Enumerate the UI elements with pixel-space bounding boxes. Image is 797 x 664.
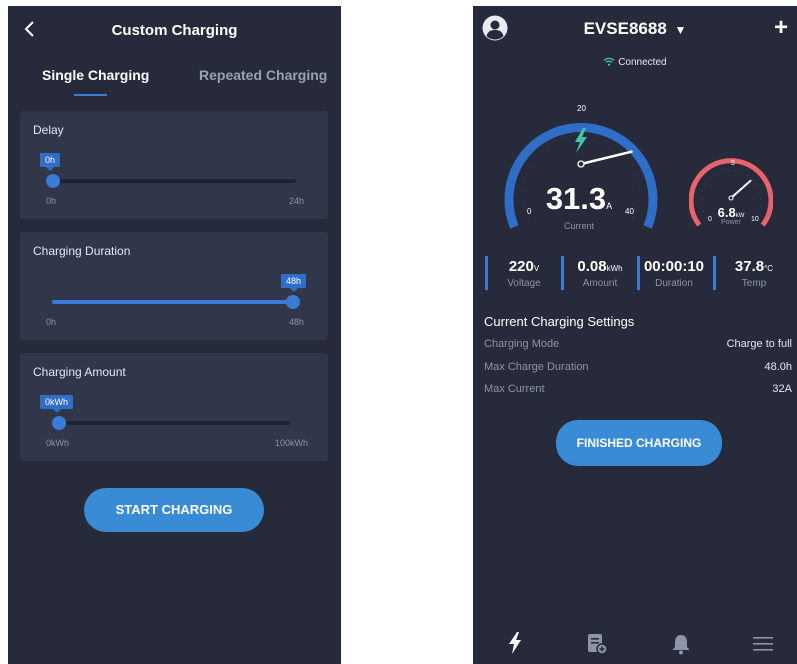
wifi-icon bbox=[603, 57, 615, 69]
amount-max-label: 100kWh bbox=[274, 438, 308, 448]
device-selector[interactable]: EVSE8688 ▼ bbox=[473, 19, 797, 39]
amount-slider-handle[interactable] bbox=[52, 416, 66, 430]
delay-slider-handle[interactable] bbox=[46, 174, 60, 188]
charging-dashboard-screen: EVSE8688 ▼ + Connected 0 20 40 31.3A Cur… bbox=[473, 6, 797, 664]
duration-min-label: 0h bbox=[46, 317, 57, 327]
amount-card: Charging Amount 0kWh 0kWh 100kWh bbox=[20, 353, 328, 461]
current-value: 31.3A bbox=[545, 181, 613, 216]
finished-charging-button[interactable]: FINISHED CHARGING bbox=[556, 420, 722, 466]
voltage-label: Voltage bbox=[507, 278, 541, 289]
delay-value-tooltip: 0h bbox=[40, 153, 61, 171]
lightning-icon bbox=[509, 632, 521, 654]
start-charging-button[interactable]: START CHARGING bbox=[84, 488, 264, 532]
temp-label: Temp bbox=[741, 278, 767, 289]
current-label: Current bbox=[563, 221, 594, 231]
nav-records[interactable] bbox=[586, 633, 608, 655]
tab-repeated-charging[interactable]: Repeated Charging bbox=[199, 67, 327, 83]
device-name: EVSE8688 bbox=[583, 19, 667, 38]
document-add-icon bbox=[588, 634, 608, 655]
duration-max-label: 48h bbox=[288, 317, 304, 327]
amount-value-tooltip: 0kWh bbox=[40, 395, 74, 413]
duration-label: Duration bbox=[655, 278, 693, 289]
temp-value: 37.8°C bbox=[734, 258, 774, 275]
delay-title: Delay bbox=[33, 123, 64, 137]
caret-down-icon: ▼ bbox=[674, 23, 687, 37]
amount-value: 0.08kWh bbox=[577, 258, 623, 275]
setting-row-mode: Charging Mode Charge to full bbox=[484, 338, 792, 350]
page-title: Custom Charging bbox=[111, 22, 238, 39]
power-gauge: 0 5 10 6.8kW Power bbox=[688, 154, 774, 234]
connection-status: Connected bbox=[473, 57, 797, 69]
add-icon[interactable]: + bbox=[774, 14, 788, 42]
tab-active-indicator bbox=[74, 94, 107, 96]
stat-divider bbox=[561, 256, 564, 290]
settings-title: Current Charging Settings bbox=[484, 314, 635, 329]
duration-title: Charging Duration bbox=[33, 244, 131, 258]
delay-max-label: 24h bbox=[288, 196, 304, 206]
current-gauge-needle bbox=[579, 150, 633, 166]
amount-slider-track[interactable] bbox=[52, 421, 290, 425]
nav-charging[interactable] bbox=[507, 632, 523, 654]
duration-value-tooltip: 48h bbox=[281, 274, 307, 292]
amount-title: Charging Amount bbox=[33, 365, 126, 379]
current-gauge: 0 20 40 31.3A Current bbox=[499, 90, 663, 240]
nav-notifications[interactable] bbox=[671, 633, 691, 655]
setting-row-duration: Max Charge Duration 48.0h bbox=[484, 361, 792, 373]
custom-charging-screen: Custom Charging Single Charging Repeated… bbox=[8, 6, 341, 664]
duration-value: 00:00:10 bbox=[643, 258, 705, 275]
delay-card: Delay 0h 0h 24h bbox=[20, 111, 328, 219]
duration-slider-handle[interactable] bbox=[286, 295, 300, 309]
setting-row-current: Max Current 32A bbox=[484, 383, 792, 395]
tab-single-charging[interactable]: Single Charging bbox=[42, 67, 149, 83]
power-gauge-mid: 5 bbox=[731, 160, 735, 167]
duration-slider-fill bbox=[52, 300, 292, 304]
status-text: Connected bbox=[618, 57, 667, 68]
delay-slider-track[interactable] bbox=[46, 179, 296, 183]
voltage-value: 220V bbox=[508, 258, 540, 275]
power-gauge-max: 10 bbox=[751, 216, 759, 223]
current-gauge-max: 40 bbox=[625, 207, 634, 216]
power-gauge-needle bbox=[730, 179, 752, 199]
stat-divider bbox=[485, 256, 488, 290]
stat-divider bbox=[713, 256, 716, 290]
power-label: Power bbox=[721, 219, 741, 226]
amount-min-label: 0kWh bbox=[46, 438, 70, 448]
duration-card: Charging Duration 48h 0h 48h bbox=[20, 232, 328, 340]
menu-icon bbox=[753, 637, 773, 651]
current-gauge-mid: 20 bbox=[577, 104, 586, 113]
nav-menu[interactable] bbox=[753, 635, 773, 653]
delay-min-label: 0h bbox=[46, 196, 57, 206]
amount-label: Amount bbox=[582, 278, 618, 289]
bell-icon bbox=[673, 635, 689, 655]
current-gauge-min: 0 bbox=[527, 207, 532, 216]
